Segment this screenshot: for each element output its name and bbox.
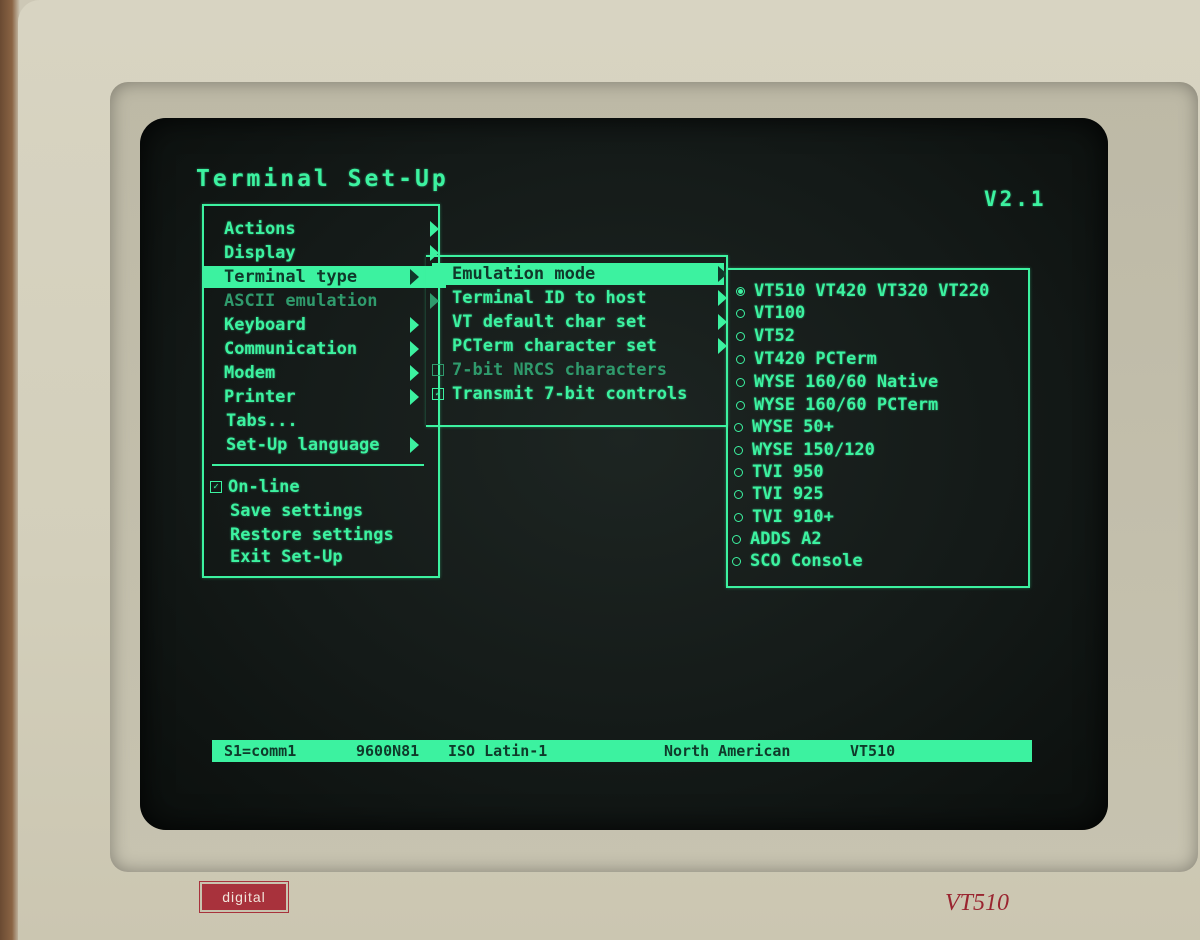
crt-screen: Terminal Set-Up V2.1 Actions Display Ter… [140,118,1108,830]
chevron-right-icon [410,341,419,357]
radio-selected-icon [736,287,745,296]
online-toggle[interactable]: ✓ On-line [210,476,430,498]
menu-item-setup-language[interactable]: Set-Up language [226,434,434,456]
menu-item-tabs[interactable]: Tabs... [226,410,434,432]
save-settings-button[interactable]: Save settings [230,500,430,522]
menu-item-printer[interactable]: Printer [224,386,434,408]
digital-logo: digital [199,881,289,913]
exit-setup-button[interactable]: Exit Set-Up [230,546,430,568]
menu-divider [212,464,424,466]
emulation-option[interactable]: WYSE 50+ [734,416,834,438]
radio-icon [734,423,743,432]
checkbox-checked-icon: ✓ [432,388,444,400]
status-session: S1=comm1 [224,742,297,760]
menu-item-vt-char-set[interactable]: VT default char set [452,311,727,333]
emulation-option[interactable]: TVI 910+ [734,506,834,528]
status-model: VT510 [850,742,896,760]
menu-item-pcterm-char-set[interactable]: PCTerm character set [452,335,727,357]
chevron-right-icon [410,269,419,285]
radio-icon [734,446,743,455]
chevron-right-icon [410,389,419,405]
menu-item-terminal-type[interactable]: Terminal type [204,266,446,288]
setup-title: Terminal Set-Up [196,166,449,192]
menu-item-actions[interactable]: Actions [224,218,439,240]
restore-settings-button[interactable]: Restore settings [230,524,430,546]
emulation-option[interactable]: SCO Console [732,550,863,572]
model-label: VT510 [945,890,1010,916]
status-keyboard: North American [664,742,791,760]
version-label: V2.1 [984,187,1047,211]
emulation-option[interactable]: VT52 [736,325,795,347]
menu-item-ascii-emulation: ASCII emulation [224,290,439,312]
checkbox-unchecked-icon [432,364,444,376]
radio-icon [736,401,745,410]
chevron-right-icon [430,221,439,237]
radio-icon [734,468,743,477]
checkbox-checked-icon: ✓ [210,481,222,493]
emulation-option[interactable]: VT510 VT420 VT320 VT220 [736,280,989,302]
menu-item-modem[interactable]: Modem [224,362,434,384]
terminal-type-menu: Emulation mode Terminal ID to host VT de… [426,255,728,427]
radio-icon [736,378,745,387]
radio-icon [736,355,745,364]
chevron-right-icon [410,437,419,453]
emulation-option[interactable]: WYSE 150/120 [734,439,875,461]
main-menu: Actions Display Terminal type ASCII emul… [202,204,446,578]
radio-icon [736,332,745,341]
radio-icon [734,513,743,522]
menu-item-emulation-mode[interactable]: Emulation mode [432,263,727,285]
emulation-option[interactable]: WYSE 160/60 PCTerm [736,394,938,416]
emulation-mode-menu: VT510 VT420 VT320 VT220 VT100 VT52 VT420… [726,268,1030,588]
status-bar: S1=comm1 9600N81 ISO Latin-1 North Ameri… [212,740,1032,762]
menu-item-display[interactable]: Display [224,242,439,264]
emulation-option[interactable]: ADDS A2 [732,528,822,550]
emulation-option[interactable]: VT100 [736,302,805,324]
radio-icon [734,490,743,499]
menu-item-communication[interactable]: Communication [224,338,434,360]
menu-item-keyboard[interactable]: Keyboard [224,314,434,336]
radio-icon [732,535,741,544]
menu-item-terminal-id[interactable]: Terminal ID to host [452,287,727,309]
status-line-settings: 9600N81 [356,742,420,760]
emulation-option[interactable]: TVI 950 [734,461,824,483]
status-charset: ISO Latin-1 [448,742,548,760]
emulation-option[interactable]: VT420 PCTerm [736,348,877,370]
radio-icon [736,309,745,318]
emulation-option[interactable]: WYSE 160/60 Native [736,371,938,393]
nrcs-checkbox: 7-bit NRCS characters [432,359,722,381]
transmit-7bit-checkbox[interactable]: ✓ Transmit 7-bit controls [432,383,722,405]
radio-icon [732,557,741,566]
emulation-option[interactable]: TVI 925 [734,483,824,505]
chevron-right-icon [410,365,419,381]
chevron-right-icon [410,317,419,333]
